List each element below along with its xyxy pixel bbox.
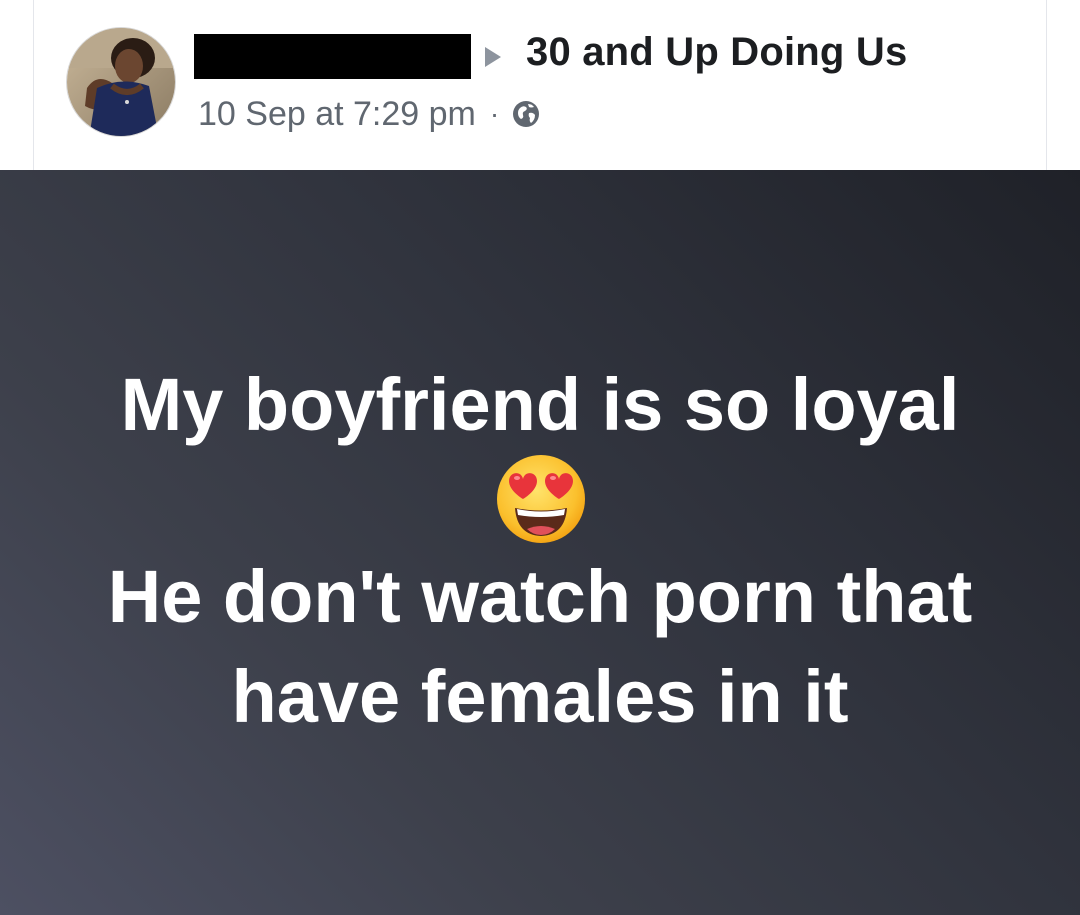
- post-text-line-2: He don't watch porn that: [107, 555, 973, 638]
- post-meta: 10 Sep at 7:29 pm ·: [198, 92, 541, 136]
- post-timestamp[interactable]: 10 Sep at 7:29 pm: [198, 95, 476, 134]
- text-post-background: My boyfriend is so loyal He don't watch …: [0, 170, 1080, 915]
- group-name-link[interactable]: 30 and Up Doing Us: [526, 30, 907, 75]
- post-text-line-3: have females in it: [231, 655, 849, 738]
- author-name-redacted: [194, 34, 471, 79]
- facebook-post: 30 and Up Doing Us 10 Sep at 7:29 pm · M…: [0, 0, 1080, 915]
- post-text-line-1: My boyfriend is so loyal: [120, 363, 960, 446]
- triangle-right-icon: [485, 47, 501, 67]
- meta-separator: ·: [489, 98, 500, 129]
- profile-photo-icon: [67, 28, 175, 136]
- card-border-right: [1046, 0, 1047, 170]
- avatar[interactable]: [66, 27, 176, 137]
- globe-icon[interactable]: [511, 99, 541, 129]
- heart-eyes-emoji: [497, 455, 585, 543]
- post-header: 30 and Up Doing Us 10 Sep at 7:29 pm ·: [0, 0, 1080, 170]
- card-border-left: [33, 0, 34, 170]
